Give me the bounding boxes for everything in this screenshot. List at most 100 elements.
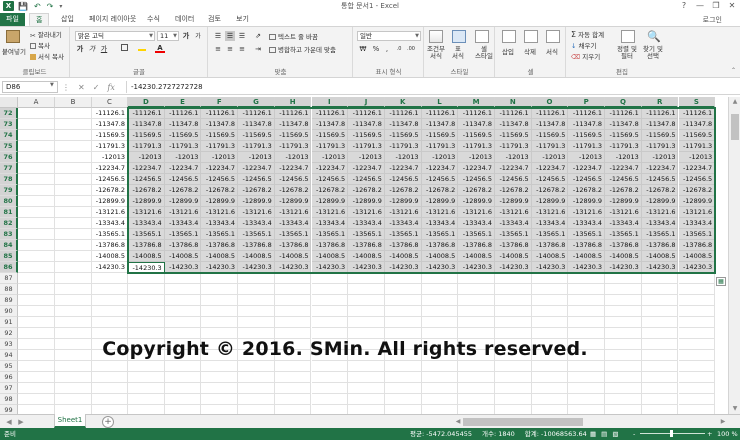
cell-k83[interactable]: -13565.1 bbox=[384, 229, 422, 240]
cell-i77[interactable]: -12234.7 bbox=[311, 163, 349, 174]
column-header-b[interactable]: B bbox=[55, 97, 92, 108]
cell-m75[interactable]: -11791.3 bbox=[458, 141, 495, 152]
column-header-h[interactable]: H bbox=[274, 97, 312, 108]
cell-a76[interactable] bbox=[18, 152, 55, 163]
cell-h85[interactable]: -14008.5 bbox=[274, 251, 312, 262]
cell-q87[interactable] bbox=[605, 273, 642, 284]
cell-o86[interactable]: -14230.3 bbox=[531, 262, 569, 273]
cell-c77[interactable]: -12234.7 bbox=[92, 163, 128, 174]
cell-f89[interactable] bbox=[201, 295, 239, 306]
row-header[interactable]: 97 bbox=[0, 383, 18, 394]
cell-a79[interactable] bbox=[18, 185, 55, 196]
cell-e77[interactable]: -12234.7 bbox=[164, 163, 202, 174]
font-size-dropdown[interactable]: 11 ▼ bbox=[157, 31, 179, 41]
cell-b73[interactable] bbox=[55, 119, 92, 130]
cell-q98[interactable] bbox=[605, 394, 642, 405]
cell-m96[interactable] bbox=[458, 372, 495, 383]
cell-r90[interactable] bbox=[641, 306, 679, 317]
zoom-in-button[interactable]: + bbox=[707, 428, 712, 440]
tab-home[interactable]: 홈 bbox=[29, 13, 50, 26]
cell-k84[interactable]: -13786.8 bbox=[384, 240, 422, 251]
cell-g75[interactable]: -11791.3 bbox=[238, 141, 275, 152]
cell-k79[interactable]: -12678.2 bbox=[384, 185, 422, 196]
cell-q82[interactable]: -13343.4 bbox=[605, 218, 642, 229]
cell-s89[interactable] bbox=[678, 295, 716, 306]
fill-button[interactable]: ↓ 채우기 bbox=[571, 40, 596, 50]
cell-a74[interactable] bbox=[18, 130, 55, 141]
cell-g97[interactable] bbox=[238, 383, 275, 394]
insert-function-icon[interactable]: fx bbox=[107, 83, 114, 92]
cell-d88[interactable] bbox=[128, 284, 165, 295]
cell-k97[interactable] bbox=[384, 383, 422, 394]
tab-insert[interactable]: 삽입 bbox=[55, 13, 80, 26]
cell-l79[interactable]: -12678.2 bbox=[421, 185, 459, 196]
cell-g85[interactable]: -14008.5 bbox=[238, 251, 275, 262]
percent-button[interactable]: % bbox=[371, 44, 381, 54]
cell-f84[interactable]: -13786.8 bbox=[201, 240, 239, 251]
cell-o98[interactable] bbox=[531, 394, 569, 405]
cell-d80[interactable]: -12899.9 bbox=[128, 196, 165, 207]
cell-g81[interactable]: -13121.6 bbox=[238, 207, 275, 218]
cell-f79[interactable]: -12678.2 bbox=[201, 185, 239, 196]
cell-o72[interactable]: -11126.1 bbox=[531, 108, 569, 119]
row-header[interactable]: 80 bbox=[0, 196, 18, 207]
cell-d73[interactable]: -11347.8 bbox=[128, 119, 165, 130]
row-header[interactable]: 81 bbox=[0, 207, 18, 218]
cell-d97[interactable] bbox=[128, 383, 165, 394]
cell-q74[interactable]: -11569.5 bbox=[605, 130, 642, 141]
cell-q84[interactable]: -13786.8 bbox=[605, 240, 642, 251]
align-top-icon[interactable]: ☰ bbox=[213, 31, 223, 41]
sort-filter-button[interactable]: 정렬 및 필터 bbox=[617, 46, 637, 60]
cell-q91[interactable] bbox=[605, 317, 642, 328]
cell-i75[interactable]: -11791.3 bbox=[311, 141, 349, 152]
cell-c88[interactable] bbox=[92, 284, 128, 295]
help-button[interactable]: ? bbox=[676, 0, 692, 12]
row-header[interactable]: 90 bbox=[0, 306, 18, 317]
column-header-n[interactable]: N bbox=[495, 97, 532, 108]
cell-s81[interactable]: -13121.6 bbox=[678, 207, 716, 218]
align-left-icon[interactable]: ≡ bbox=[213, 44, 223, 54]
cell-m77[interactable]: -12234.7 bbox=[458, 163, 495, 174]
minimize-button[interactable]: — bbox=[692, 0, 708, 12]
cell-j78[interactable]: -12456.5 bbox=[348, 174, 385, 185]
cell-j88[interactable] bbox=[348, 284, 385, 295]
cell-p88[interactable] bbox=[568, 284, 606, 295]
row-header[interactable]: 88 bbox=[0, 284, 18, 295]
cell-c82[interactable]: -13343.4 bbox=[92, 218, 128, 229]
cell-f86[interactable]: -14230.3 bbox=[201, 262, 239, 273]
zoom-level[interactable]: 100 % bbox=[717, 428, 738, 440]
currency-icon[interactable]: ₩ bbox=[358, 44, 368, 54]
cell-j75[interactable]: -11791.3 bbox=[348, 141, 385, 152]
cell-q90[interactable] bbox=[605, 306, 642, 317]
formula-input[interactable]: -14230.2727272728 bbox=[126, 81, 738, 93]
cell-e85[interactable]: -14008.5 bbox=[164, 251, 202, 262]
cell-o78[interactable]: -12456.5 bbox=[531, 174, 569, 185]
cell-g91[interactable] bbox=[238, 317, 275, 328]
cell-q76[interactable]: -12013 bbox=[605, 152, 642, 163]
row-header[interactable]: 98 bbox=[0, 394, 18, 405]
cell-g83[interactable]: -13565.1 bbox=[238, 229, 275, 240]
cell-f88[interactable] bbox=[201, 284, 239, 295]
cell-b81[interactable] bbox=[55, 207, 92, 218]
cell-j97[interactable] bbox=[348, 383, 385, 394]
cell-s86[interactable]: -14230.3 bbox=[678, 262, 716, 273]
cell-l86[interactable]: -14230.3 bbox=[421, 262, 459, 273]
cell-i88[interactable] bbox=[311, 284, 349, 295]
cell-h95[interactable] bbox=[274, 361, 312, 372]
cell-m80[interactable]: -12899.9 bbox=[458, 196, 495, 207]
column-header-q[interactable]: Q bbox=[605, 97, 642, 108]
cell-p72[interactable]: -11126.1 bbox=[568, 108, 606, 119]
cell-l90[interactable] bbox=[421, 306, 459, 317]
cell-r84[interactable]: -13786.8 bbox=[641, 240, 679, 251]
cell-d95[interactable] bbox=[128, 361, 165, 372]
scroll-thumb[interactable] bbox=[731, 114, 739, 140]
cell-n74[interactable]: -11569.5 bbox=[495, 130, 532, 141]
cell-c83[interactable]: -13565.1 bbox=[92, 229, 128, 240]
row-header[interactable]: 77 bbox=[0, 163, 18, 174]
cell-e98[interactable] bbox=[164, 394, 202, 405]
cell-j73[interactable]: -11347.8 bbox=[348, 119, 385, 130]
cell-h77[interactable]: -12234.7 bbox=[274, 163, 312, 174]
cell-c98[interactable] bbox=[92, 394, 128, 405]
zoom-out-button[interactable]: - bbox=[633, 428, 635, 440]
cell-s77[interactable]: -12234.7 bbox=[678, 163, 716, 174]
